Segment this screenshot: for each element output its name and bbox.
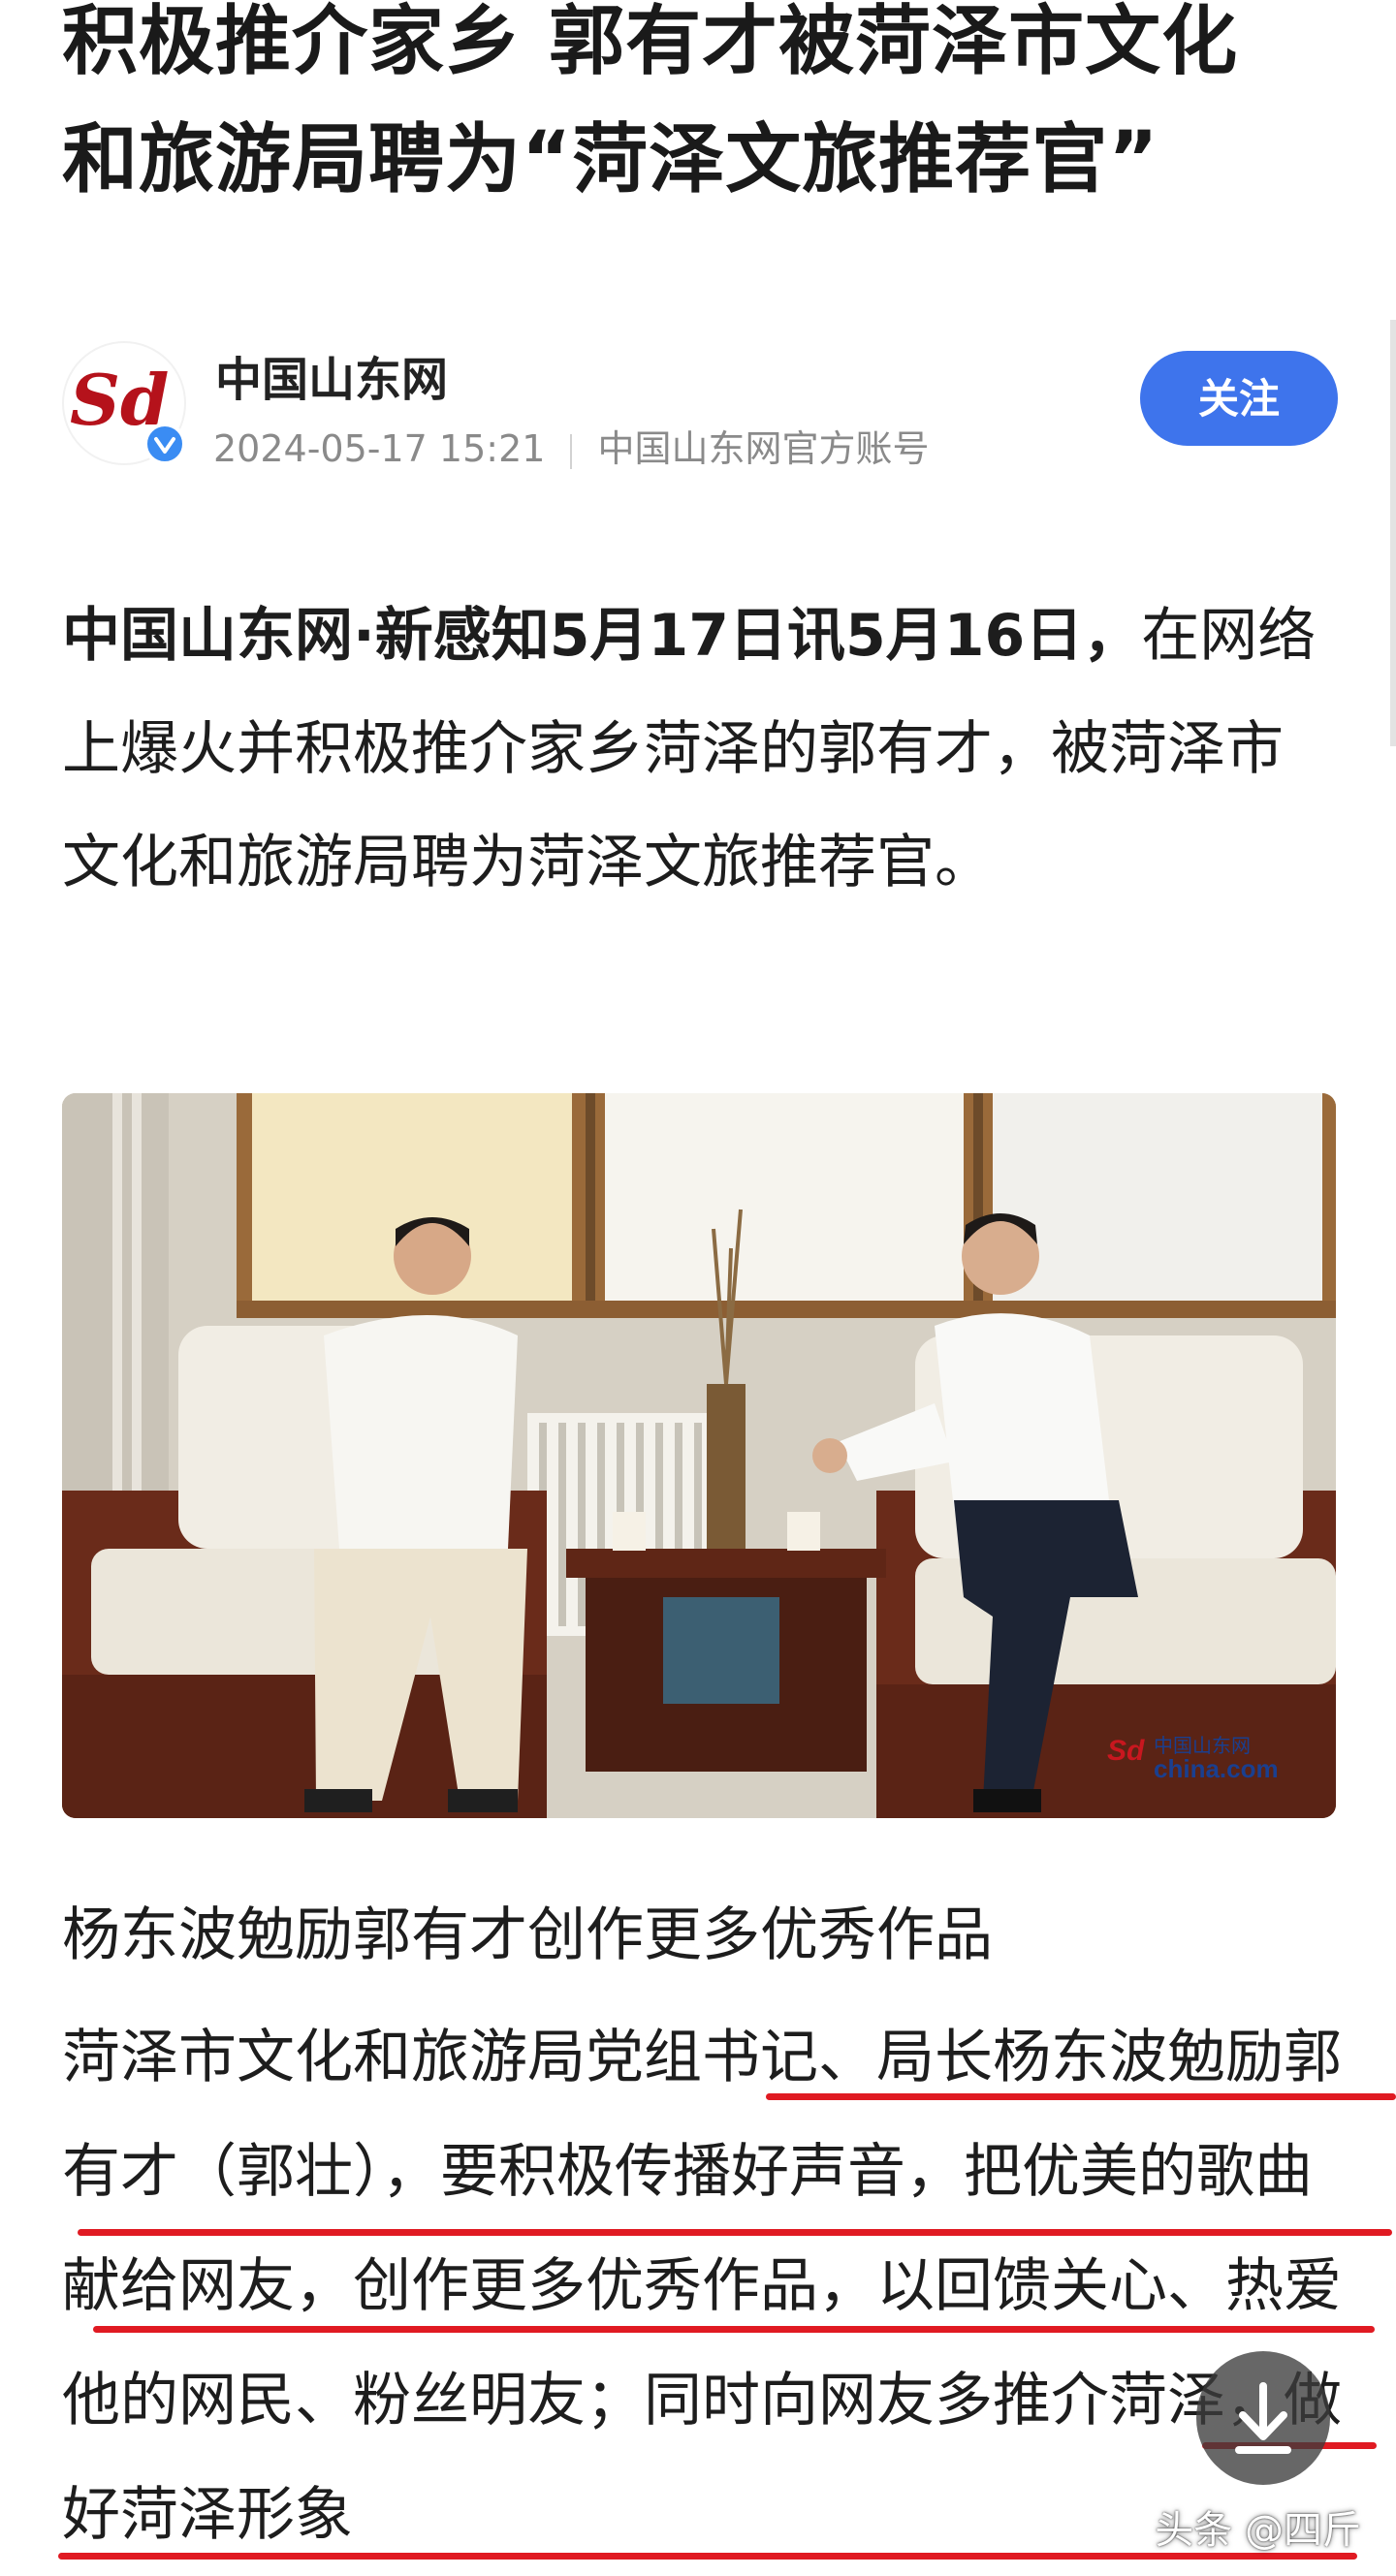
lead-paragraph: 中国山东网·新感知5月17日讯5月16日，在网络上爆火并积极推介家乡菏泽的郭有才… (62, 580, 1340, 920)
headline-line-1: 积极推介家乡 郭有才被菏泽市文化 (62, 0, 1239, 85)
section-subheading: 杨东波勉励郭有才创作更多优秀作品 (62, 1901, 993, 1969)
article-page: 积极推介家乡 郭有才被菏泽市文化 和旅游局聘为“菏泽文旅推荐官” Sd 中国山东… (0, 0, 1396, 2576)
author-row: Sd 中国山东网 2024-05-17 15:21 中国山东网官方账号 关注 (62, 341, 1338, 470)
download-icon (1235, 2382, 1291, 2454)
news-photo-icon: Sd 中国山东网 china.com (62, 1093, 1336, 1818)
headline-line-2: 和旅游局聘为“菏泽文旅推荐官” (62, 116, 1159, 204)
lead-dateline: 中国山东网·新感知5月17日讯5月16日， (62, 602, 1142, 670)
scrollbar[interactable] (1390, 320, 1396, 746)
follow-button[interactable]: 关注 (1140, 351, 1338, 446)
download-button[interactable] (1196, 2351, 1330, 2485)
publish-date: 2024-05-17 15:21 (213, 427, 546, 470)
toutiao-watermark: 头条 @四斤 (1155, 2508, 1361, 2553)
author-avatar[interactable]: Sd (62, 341, 186, 465)
article-photo[interactable]: Sd 中国山东网 china.com (62, 1093, 1336, 1818)
svg-text:Sd: Sd (1107, 1735, 1145, 1767)
article-headline: 积极推介家乡 郭有才被菏泽市文化 和旅游局聘为“菏泽文旅推荐官” (62, 0, 1351, 219)
red-underline-1 (766, 2093, 1396, 2100)
body-paragraph: 菏泽市文化和旅游局党组书记、局长杨东波勉励郭有才（郭壮），要积极传播好声音，把优… (62, 2024, 1342, 2549)
red-underline-3 (93, 2326, 1375, 2333)
red-underline-2 (78, 2229, 1392, 2236)
author-meta: 2024-05-17 15:21 中国山东网官方账号 (213, 419, 929, 472)
account-type: 中国山东网官方账号 (597, 427, 930, 470)
verified-badge-icon (143, 423, 186, 465)
meta-divider (570, 433, 573, 469)
author-name[interactable]: 中国山东网 (215, 341, 448, 409)
svg-text:china.com: china.com (1154, 1754, 1279, 1783)
